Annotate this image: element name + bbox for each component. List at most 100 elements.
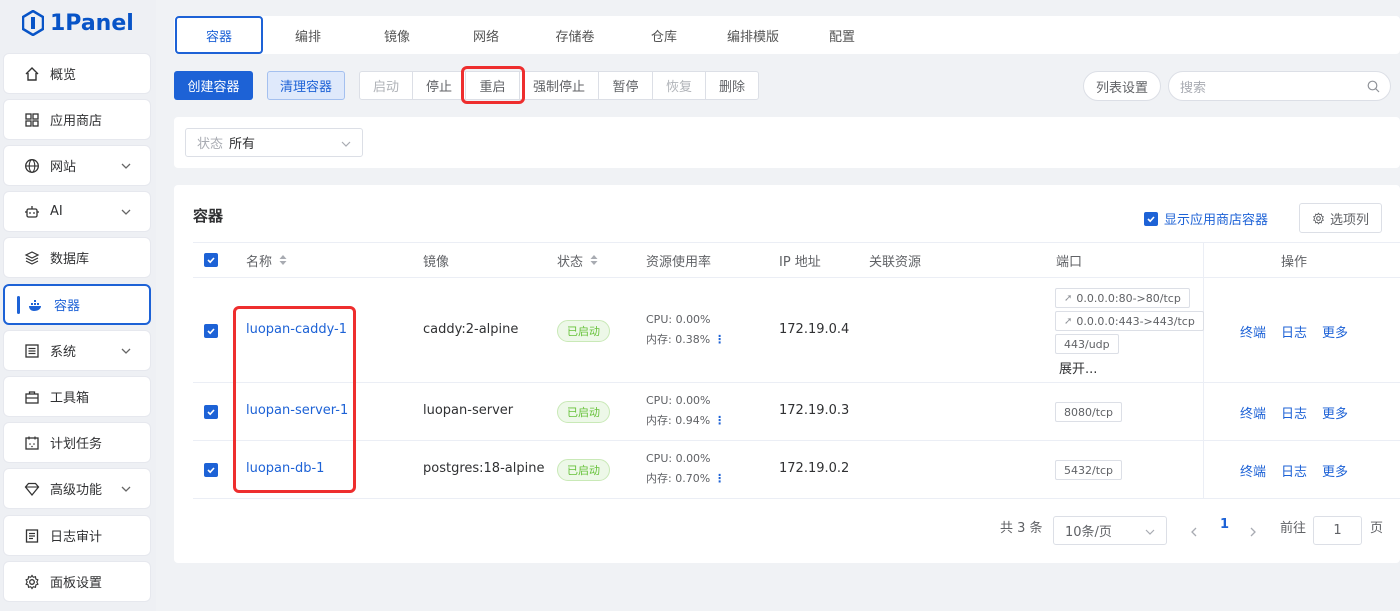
more-vertical-icon[interactable]: ⋮ xyxy=(714,333,725,346)
select-all-cell xyxy=(204,242,218,278)
container-name-link[interactable]: luopan-server-1 xyxy=(246,403,348,418)
resource-usage: CPU: 0.00% 内存: 0.70% ⋮ xyxy=(646,449,725,489)
prev-page-icon[interactable] xyxy=(1190,527,1198,537)
check-icon xyxy=(207,257,215,264)
restart-button[interactable]: 重启 xyxy=(466,72,520,99)
column-options-label: 选项列 xyxy=(1329,212,1369,228)
clean-containers-button[interactable]: 清理容器 xyxy=(267,71,345,100)
row-checkbox[interactable] xyxy=(204,324,218,338)
container-name-link[interactable]: luopan-caddy-1 xyxy=(246,322,347,337)
show-app-store-checkbox[interactable] xyxy=(1144,211,1158,226)
active-indicator xyxy=(17,295,20,314)
page-size-select[interactable]: 10条/页 xyxy=(1053,516,1167,545)
page-size-value: 10条/页 xyxy=(1065,525,1112,540)
port-tag: 443/udp xyxy=(1055,334,1119,354)
sidebar-item-advanced[interactable]: 高级功能 xyxy=(3,468,151,509)
header-status[interactable]: 状态 xyxy=(557,242,599,278)
more-link[interactable]: 更多 xyxy=(1322,403,1348,422)
send-icon: ➚ xyxy=(1064,292,1073,304)
column-options-button[interactable]: 选项列 xyxy=(1299,203,1382,233)
table-border xyxy=(193,498,1400,499)
header-actions: 操作 xyxy=(1281,254,1308,270)
tab-compose-templates[interactable]: 编排模版 xyxy=(718,16,788,54)
list-settings-button[interactable]: 列表设置 xyxy=(1083,71,1161,101)
container-action-group: 启动 停止 重启 强制停止 暂停 恢复 删除 xyxy=(359,71,759,100)
status-badge: 已启动 xyxy=(557,459,610,481)
chevron-down-icon xyxy=(341,141,351,147)
goto-page-input[interactable]: 1 xyxy=(1313,516,1362,545)
more-vertical-icon[interactable]: ⋮ xyxy=(714,414,725,427)
row-checkbox[interactable] xyxy=(204,463,218,477)
log-link[interactable]: 日志 xyxy=(1281,461,1307,480)
next-page-icon[interactable] xyxy=(1249,527,1257,537)
sidebar-item-container[interactable]: 容器 xyxy=(3,284,151,325)
show-app-store-toggle[interactable]: 显示应用商店容器 xyxy=(1144,209,1268,228)
send-icon: ➚ xyxy=(1064,315,1073,327)
tab-compose[interactable]: 编排 xyxy=(273,16,343,54)
terminal-link[interactable]: 终端 xyxy=(1240,403,1266,422)
gear-icon xyxy=(24,574,40,590)
tab-repositories[interactable]: 仓库 xyxy=(629,16,699,54)
sidebar-item-overview[interactable]: 概览 xyxy=(3,53,151,94)
tab-networks[interactable]: 网络 xyxy=(451,16,521,54)
sidebar-item-label: 应用商店 xyxy=(50,114,103,129)
memory-usage: 内存: 0.70% xyxy=(646,472,711,485)
sidebar-item-cron[interactable]: 计划任务 xyxy=(3,422,151,463)
gear-icon xyxy=(1313,211,1324,225)
search-box[interactable]: 搜索 xyxy=(1168,71,1391,101)
cpu-usage: CPU: 0.00% xyxy=(646,313,711,326)
delete-button[interactable]: 删除 xyxy=(706,72,758,99)
log-link[interactable]: 日志 xyxy=(1281,322,1307,341)
terminal-link[interactable]: 终端 xyxy=(1240,322,1266,341)
container-ip: 172.19.0.3 xyxy=(779,403,850,418)
sidebar-item-ai[interactable]: AI xyxy=(3,191,151,232)
robot-icon xyxy=(24,204,40,220)
header-name[interactable]: 名称 xyxy=(246,242,288,278)
status-badge: 已启动 xyxy=(557,401,610,423)
resume-button[interactable]: 恢复 xyxy=(653,72,706,99)
search-icon xyxy=(1367,80,1380,93)
status-filter-select[interactable]: 状态 所有 xyxy=(185,128,363,157)
tab-containers[interactable]: 容器 xyxy=(175,16,263,54)
tab-volumes[interactable]: 存储卷 xyxy=(540,16,610,54)
terminal-link[interactable]: 终端 xyxy=(1240,461,1266,480)
sidebar-item-database[interactable]: 数据库 xyxy=(3,237,151,278)
diamond-icon xyxy=(24,481,40,497)
create-container-button[interactable]: 创建容器 xyxy=(174,71,253,100)
sidebar-item-app-store[interactable]: 应用商店 xyxy=(3,99,151,140)
docker-icon xyxy=(28,297,44,313)
sidebar-item-toolbox[interactable]: 工具箱 xyxy=(3,376,151,417)
sort-icon xyxy=(590,255,598,265)
row-checkbox[interactable] xyxy=(204,405,218,419)
log-link[interactable]: 日志 xyxy=(1281,403,1307,422)
start-button[interactable]: 启动 xyxy=(360,72,413,99)
stop-button[interactable]: 停止 xyxy=(413,72,466,99)
header-image: 镜像 xyxy=(423,254,450,270)
expand-ports-link[interactable]: 展开... xyxy=(1059,358,1097,377)
system-icon xyxy=(24,343,40,359)
check-icon xyxy=(207,467,215,474)
container-ip: 172.19.0.4 xyxy=(779,322,850,337)
sidebar-item-system[interactable]: 系统 xyxy=(3,330,151,371)
force-stop-button[interactable]: 强制停止 xyxy=(520,72,599,99)
sidebar-item-log-audit[interactable]: 日志审计 xyxy=(3,515,151,556)
tab-images[interactable]: 镜像 xyxy=(362,16,432,54)
sidebar-item-panel-settings[interactable]: 面板设置 xyxy=(3,561,151,602)
tab-config[interactable]: 配置 xyxy=(807,16,877,54)
sidebar: 1Panel 概览 应用商店 网站 AI 数据库 容器 系统 工具箱 计划任务 xyxy=(0,0,156,611)
page-number-current[interactable]: 1 xyxy=(1220,517,1229,532)
sidebar-item-label: 面板设置 xyxy=(50,576,103,591)
sidebar-item-label: 日志审计 xyxy=(50,530,103,545)
app-logo[interactable]: 1Panel xyxy=(22,8,134,38)
more-link[interactable]: 更多 xyxy=(1322,322,1348,341)
container-name-link[interactable]: luopan-db-1 xyxy=(246,461,324,476)
pause-button[interactable]: 暂停 xyxy=(599,72,653,99)
more-link[interactable]: 更多 xyxy=(1322,461,1348,480)
goto-suffix: 页 xyxy=(1370,521,1384,536)
sidebar-item-website[interactable]: 网站 xyxy=(3,145,151,186)
sidebar-item-label: 容器 xyxy=(54,299,81,314)
table-border xyxy=(193,382,1400,383)
select-all-checkbox[interactable] xyxy=(204,253,218,267)
more-vertical-icon[interactable]: ⋮ xyxy=(714,472,725,485)
check-icon xyxy=(207,328,215,335)
